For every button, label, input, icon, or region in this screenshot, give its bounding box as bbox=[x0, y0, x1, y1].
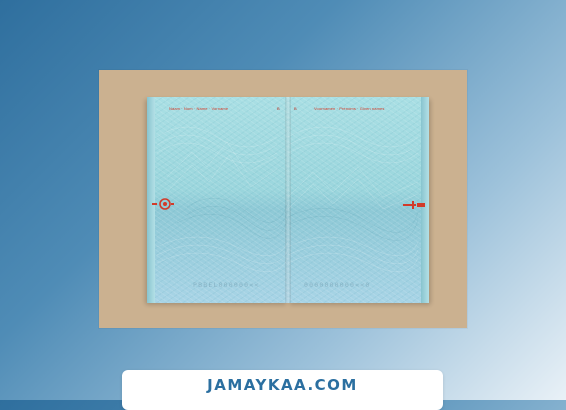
right-mrz-line: 0000000000<<0 bbox=[304, 281, 371, 289]
right-page-header: Voornamen · Prénoms · Given names bbox=[314, 106, 385, 111]
guilloche-pattern-right bbox=[288, 126, 419, 273]
left-mrz-line: PBBEL000000<< bbox=[193, 281, 260, 289]
right-page-mark: B bbox=[294, 106, 297, 111]
site-caption-text: JAMAYKAA.COM bbox=[207, 376, 358, 394]
site-caption-banner: JAMAYKAA.COM bbox=[122, 370, 443, 410]
left-page-mark: B bbox=[277, 106, 280, 111]
open-passport: Naam · Nom · Name · Vorname B PBBEL00000… bbox=[147, 97, 429, 303]
passport-spine bbox=[285, 97, 291, 303]
right-passport-page: Voornamen · Prénoms · Given names B 0000… bbox=[288, 97, 429, 303]
left-passport-page: Naam · Nom · Name · Vorname B PBBEL00000… bbox=[147, 97, 288, 303]
red-emblem-icon bbox=[152, 198, 174, 210]
left-page-header: Naam · Nom · Name · Vorname bbox=[169, 106, 229, 111]
red-cross-mark-icon bbox=[403, 201, 425, 209]
passport-photo: Naam · Nom · Name · Vorname B PBBEL00000… bbox=[99, 70, 467, 328]
